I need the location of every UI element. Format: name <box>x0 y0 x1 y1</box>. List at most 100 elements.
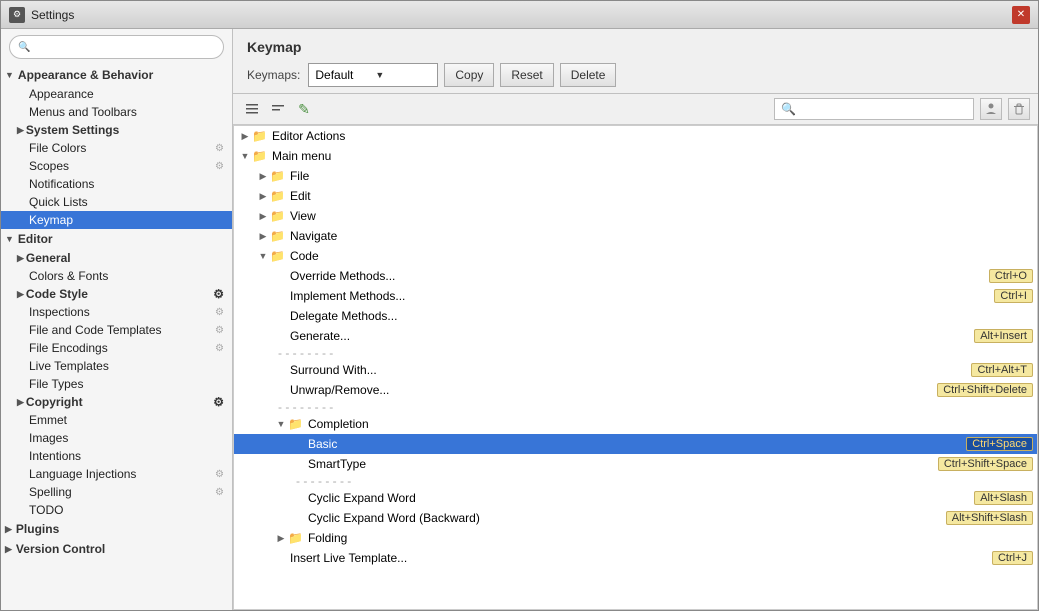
keymap-tree-row[interactable]: ▶📁Folding <box>234 528 1037 548</box>
folder-icon: 📁 <box>270 189 285 203</box>
keymap-tree-row[interactable]: Cyclic Expand Word (Backward)Alt+Shift+S… <box>234 508 1037 528</box>
settings-window: ⚙ Settings ✕ 🔍 ▼ Appearance & Behavior A… <box>0 0 1039 611</box>
sidebar-item-system-settings[interactable]: ▶ System Settings <box>1 121 232 139</box>
delete-shortcut-button[interactable] <box>1008 98 1030 120</box>
keymap-tree-row[interactable]: ▶📁Navigate <box>234 226 1037 246</box>
folder-icon: 📁 <box>288 531 303 545</box>
keymap-item-label: Override Methods... <box>288 269 985 283</box>
keymap-tree-row[interactable]: Implement Methods...Ctrl+I <box>234 286 1037 306</box>
sidebar-item-live-templates[interactable]: Live Templates <box>1 357 232 375</box>
sidebar-item-file-types[interactable]: File Types <box>1 375 232 393</box>
sidebar-item-file-code-templates[interactable]: File and Code Templates ⚙ <box>1 321 232 339</box>
sidebar-item-general[interactable]: ▶ General <box>1 249 232 267</box>
keymap-tree-row[interactable]: ▶📁View <box>234 206 1037 226</box>
keymap-search-input[interactable] <box>800 103 967 115</box>
settings-icon: ⚙ <box>215 325 224 336</box>
shortcut-badge: Ctrl+Alt+T <box>971 363 1033 377</box>
shortcut-badge: Ctrl+J <box>992 551 1033 565</box>
chevron-right-icon: ▶ <box>238 131 252 142</box>
sidebar-item-code-style[interactable]: ▶ Code Style ⚙ <box>1 285 232 303</box>
chevron-down-icon: ▼ <box>238 151 252 161</box>
folder-icon: 📁 <box>270 169 285 183</box>
keymap-tree-row[interactable]: ▼📁Completion <box>234 414 1037 434</box>
app-icon: ⚙ <box>9 7 25 23</box>
chevron-right-icon: ▶ <box>17 289 24 300</box>
separator: - - - - - - - - <box>234 474 1037 488</box>
close-button[interactable]: ✕ <box>1012 6 1030 24</box>
filter-button[interactable] <box>980 98 1002 120</box>
keymap-tree-row[interactable]: Generate...Alt+Insert <box>234 326 1037 346</box>
keymap-tree-row[interactable]: BasicCtrl+Space <box>234 434 1037 454</box>
settings-icon: ⚙ <box>215 469 224 480</box>
sidebar-item-file-colors[interactable]: File Colors ⚙ <box>1 139 232 157</box>
person-icon <box>985 103 997 115</box>
sidebar-item-colors-fonts[interactable]: Colors & Fonts <box>1 267 232 285</box>
keymap-tree-row[interactable]: Cyclic Expand WordAlt+Slash <box>234 488 1037 508</box>
keymap-header: Keymap Keymaps: Default ▼ Copy Reset Del… <box>233 29 1038 94</box>
sidebar-search-input[interactable] <box>34 41 215 53</box>
keymap-tree-row[interactable]: ▼📁Main menu <box>234 146 1037 166</box>
keymap-tree: ▶📁Editor Actions▼📁Main menu▶📁File▶📁Edit▶… <box>233 125 1038 610</box>
folder-icon: 📁 <box>252 129 267 143</box>
sidebar-item-intentions[interactable]: Intentions <box>1 447 232 465</box>
sidebar-item-language-injections[interactable]: Language Injections ⚙ <box>1 465 232 483</box>
keymap-item-label: Code <box>288 249 1033 263</box>
trash-icon <box>1013 103 1025 115</box>
sidebar-item-menus-toolbars[interactable]: Menus and Toolbars <box>1 103 232 121</box>
chevron-right-icon: ▶ <box>5 544 12 555</box>
keymap-tree-row[interactable]: Delegate Methods... <box>234 306 1037 326</box>
keymap-tree-row[interactable]: ▶📁Edit <box>234 186 1037 206</box>
keymap-tree-row[interactable]: Insert Live Template... Ctrl+J <box>234 548 1037 568</box>
keymap-item-label: Insert Live Template... <box>288 551 988 565</box>
expand-all-button[interactable] <box>241 98 263 120</box>
copy-button[interactable]: Copy <box>444 63 494 87</box>
shortcut-badge: Ctrl+Shift+Delete <box>937 383 1033 397</box>
folder-icon: 📁 <box>270 229 285 243</box>
window-title: Settings <box>31 8 74 22</box>
shortcut-badge: Alt+Shift+Slash <box>946 511 1033 525</box>
sidebar-item-emmet[interactable]: Emmet <box>1 411 232 429</box>
shortcut-badge: Ctrl+O <box>989 269 1033 283</box>
sidebar-item-appearance-behavior[interactable]: ▼ Appearance & Behavior <box>1 65 232 85</box>
sidebar-item-copyright[interactable]: ▶ Copyright ⚙ <box>1 393 232 411</box>
keymap-tree-row[interactable]: Unwrap/Remove...Ctrl+Shift+Delete <box>234 380 1037 400</box>
reset-button[interactable]: Reset <box>500 63 553 87</box>
keymap-tree-row[interactable]: ▶📁Editor Actions <box>234 126 1037 146</box>
settings-icon: ⚙ <box>215 161 224 172</box>
keymaps-dropdown[interactable]: Default ▼ <box>308 63 438 87</box>
delete-button[interactable]: Delete <box>560 63 617 87</box>
keymap-search-box[interactable]: 🔍 <box>774 98 974 120</box>
sidebar-item-spelling[interactable]: Spelling ⚙ <box>1 483 232 501</box>
keymaps-value: Default <box>315 68 371 82</box>
settings-icon: ⚙ <box>213 287 224 301</box>
separator: - - - - - - - - <box>234 400 1037 414</box>
chevron-right-icon: ▶ <box>17 253 24 264</box>
sidebar-item-inspections[interactable]: Inspections ⚙ <box>1 303 232 321</box>
keymap-title: Keymap <box>247 39 1024 55</box>
keymap-item-label: Folding <box>306 531 1033 545</box>
sidebar-item-quick-lists[interactable]: Quick Lists <box>1 193 232 211</box>
sidebar-item-editor[interactable]: ▼ Editor <box>1 229 232 249</box>
keymap-item-label: Navigate <box>288 229 1033 243</box>
sidebar-item-version-control[interactable]: ▶ Version Control <box>1 539 232 559</box>
keymap-tree-row[interactable]: Surround With...Ctrl+Alt+T <box>234 360 1037 380</box>
sidebar-item-todo[interactable]: TODO <box>1 501 232 519</box>
sidebar-item-keymap[interactable]: Keymap <box>1 211 232 229</box>
sidebar-search-box[interactable]: 🔍 <box>9 35 224 59</box>
keymap-tree-row[interactable]: SmartTypeCtrl+Shift+Space <box>234 454 1037 474</box>
collapse-all-button[interactable] <box>267 98 289 120</box>
keymap-tree-row[interactable]: Override Methods... Ctrl+O <box>234 266 1037 286</box>
chevron-right-icon: ▶ <box>274 533 288 544</box>
sidebar-item-notifications[interactable]: Notifications <box>1 175 232 193</box>
sidebar-item-images[interactable]: Images <box>1 429 232 447</box>
edit-button[interactable]: ✎ <box>293 98 315 120</box>
folder-icon: 📁 <box>270 209 285 223</box>
sidebar-item-appearance[interactable]: Appearance <box>1 85 232 103</box>
sidebar-item-file-encodings[interactable]: File Encodings ⚙ <box>1 339 232 357</box>
keymap-item-label: Editor Actions <box>270 129 1033 143</box>
keymap-tree-row[interactable]: ▼📁Code <box>234 246 1037 266</box>
keymap-tree-row[interactable]: ▶📁File <box>234 166 1037 186</box>
sidebar-item-plugins[interactable]: ▶ Plugins <box>1 519 232 539</box>
sidebar-item-scopes[interactable]: Scopes ⚙ <box>1 157 232 175</box>
dropdown-arrow-icon: ▼ <box>375 70 431 80</box>
